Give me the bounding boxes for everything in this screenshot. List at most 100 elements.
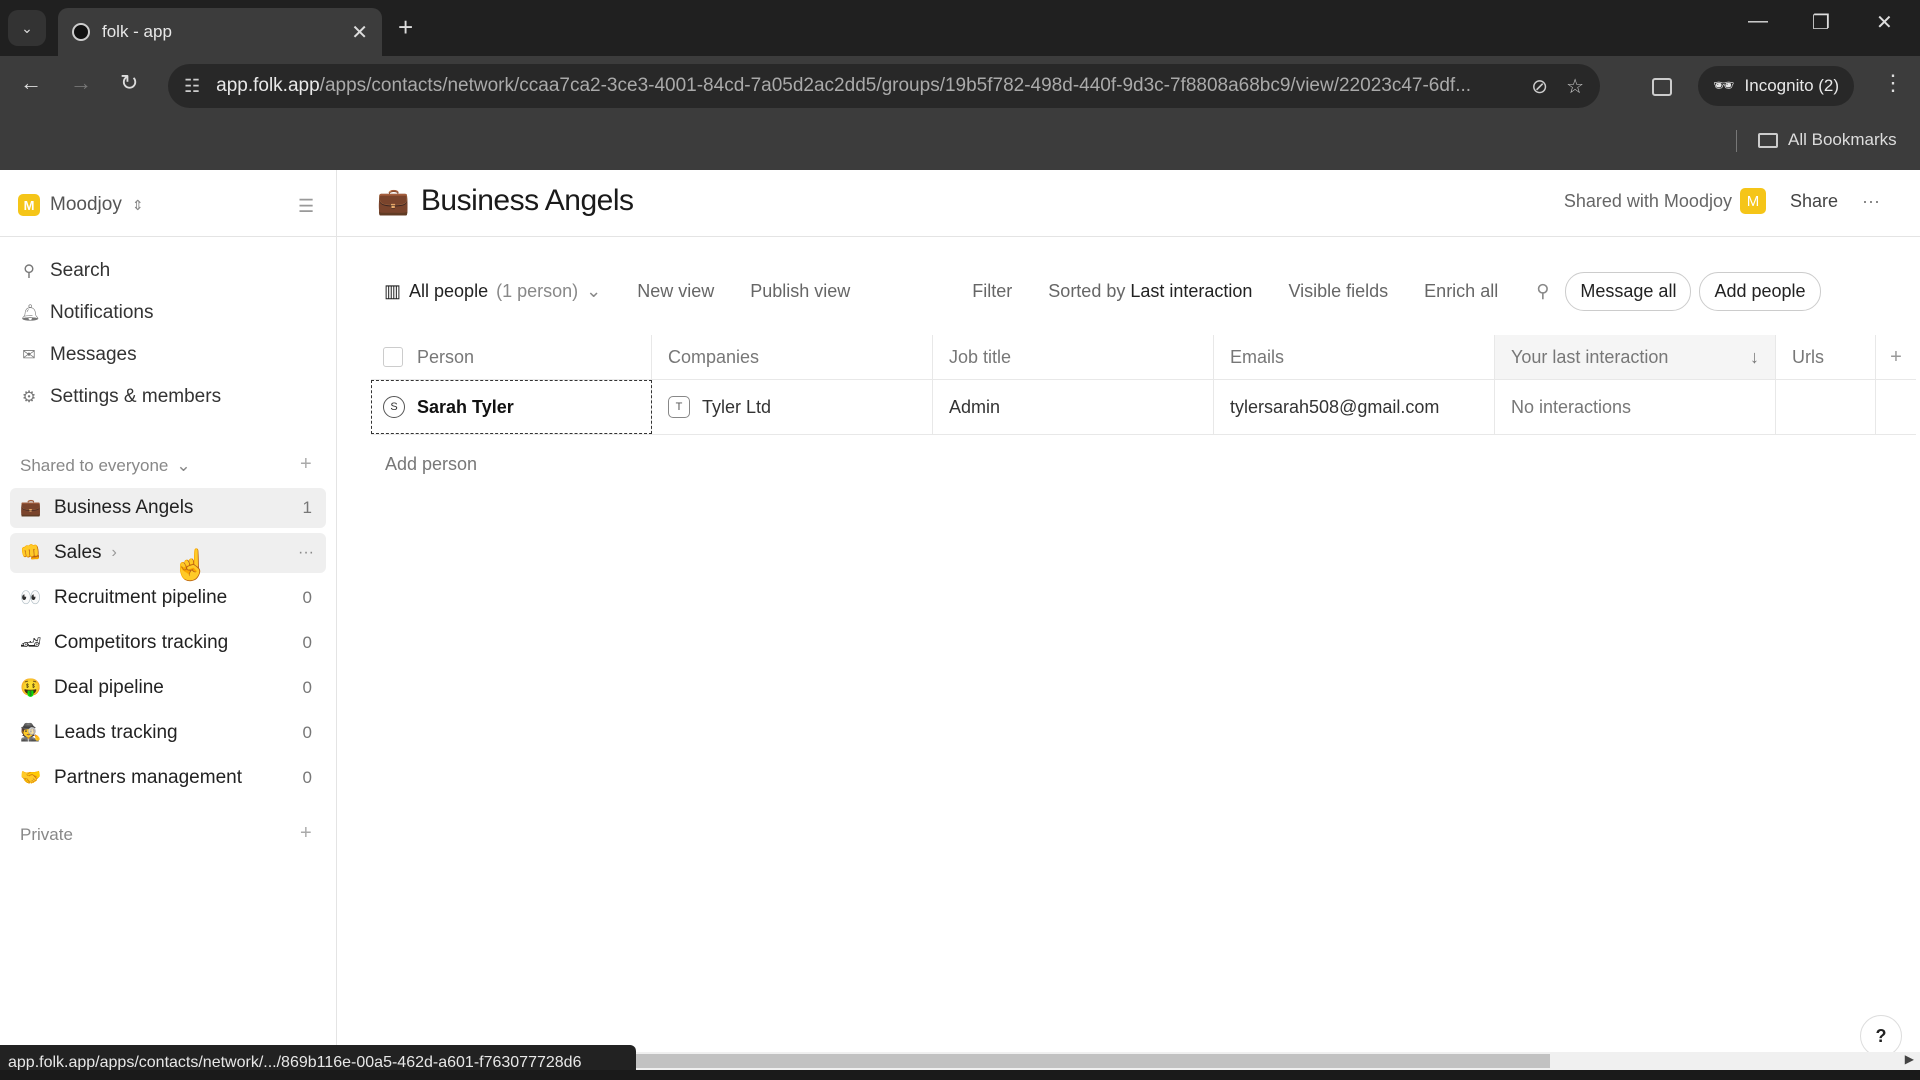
chevron-down-icon: ⌄ xyxy=(176,456,191,475)
add-private-group-button[interactable]: + xyxy=(300,822,312,845)
hand-cursor-icon: ☝ xyxy=(172,549,210,582)
section-title: Private xyxy=(20,825,73,844)
urls-cell[interactable] xyxy=(1776,380,1876,434)
help-button[interactable]: ? xyxy=(1860,1015,1902,1057)
table-row[interactable]: S Sarah Tyler T Tyler Ltd Admin tylersarah… xyxy=(371,379,1916,435)
fist-icon: 👊 xyxy=(20,543,42,562)
last-interaction-cell[interactable]: No interactions xyxy=(1495,380,1776,434)
table-header-row: Person Companies Job title Emails Your l… xyxy=(371,335,1916,379)
sort-prefix: Sorted by xyxy=(1048,280,1126,301)
add-people-button[interactable]: Add people xyxy=(1699,271,1821,311)
column-header-job-title[interactable]: Job title xyxy=(933,335,1214,379)
column-label: Companies xyxy=(668,346,760,367)
restore-icon[interactable]: ❐ xyxy=(1812,10,1830,35)
more-options-icon[interactable]: ··· xyxy=(298,544,314,562)
group-leads-tracking[interactable]: 🕵 Leads tracking 0 xyxy=(10,713,326,753)
visible-fields-button[interactable]: Visible fields xyxy=(1288,281,1388,302)
company-name[interactable]: Tyler Ltd xyxy=(702,397,771,418)
window-bottom-edge xyxy=(0,1070,1920,1080)
person-cell[interactable]: S Sarah Tyler xyxy=(371,380,652,434)
page-header: 💼 Business Angels Shared with Moodjoy M S… xyxy=(337,170,1920,237)
chevron-down-icon: ⌄ xyxy=(21,19,33,36)
view-count: (1 person) xyxy=(496,280,579,301)
filter-button[interactable]: Filter xyxy=(972,281,1012,302)
group-count: 0 xyxy=(302,588,312,607)
sidebar-item-messages[interactable]: ✉ Messages xyxy=(20,344,136,366)
browser-menu-icon[interactable]: ⋮ xyxy=(1882,70,1904,96)
add-column-button[interactable]: + xyxy=(1876,335,1916,379)
scroll-right-icon[interactable]: ▶ xyxy=(1905,1052,1914,1066)
eye-off-icon[interactable]: ⊘ xyxy=(1531,74,1548,99)
gear-icon: ⚙ xyxy=(21,389,37,406)
star-icon[interactable]: ☆ xyxy=(1566,74,1584,99)
new-tab-button[interactable]: + xyxy=(398,12,413,43)
handshake-icon: 🤝 xyxy=(20,768,42,787)
briefcase-icon: 💼 xyxy=(20,498,42,517)
column-header-urls[interactable]: Urls xyxy=(1776,335,1876,379)
back-icon[interactable]: ← xyxy=(20,70,42,96)
close-tab-icon[interactable]: ✕ xyxy=(351,20,368,45)
enrich-all-button[interactable]: Enrich all xyxy=(1424,281,1498,302)
job-title-value: Admin xyxy=(949,396,1001,417)
collapse-sidebar-icon[interactable]: ☰ xyxy=(298,196,314,217)
group-business-angels[interactable]: 💼 Business Angels 1 xyxy=(10,488,326,528)
message-all-button[interactable]: Message all xyxy=(1565,271,1692,311)
sidebar-divider xyxy=(0,236,336,237)
shared-section-header[interactable]: Shared to everyone ⌄ xyxy=(20,456,191,476)
avatar: M xyxy=(1739,188,1766,214)
private-section-header[interactable]: Private xyxy=(20,825,73,845)
sidebar-item-label: Settings & members xyxy=(50,386,222,407)
search-icon: ⚲ xyxy=(23,263,35,280)
tab-search-button[interactable]: ⌄ xyxy=(8,10,46,46)
publish-view-button[interactable]: Publish view xyxy=(750,281,850,302)
company-cell[interactable]: T Tyler Ltd xyxy=(652,380,933,434)
job-title-cell[interactable]: Admin xyxy=(933,380,1214,434)
reload-icon[interactable]: ↻ xyxy=(120,70,138,96)
group-competitors-tracking[interactable]: 🏎 Competitors tracking 0 xyxy=(10,623,326,663)
forward-icon[interactable]: → xyxy=(70,70,92,96)
group-label: Partners management xyxy=(54,767,242,788)
chevron-updown-icon: ⇕ xyxy=(131,196,144,213)
group-count: 0 xyxy=(302,633,312,652)
all-bookmarks-button[interactable]: All Bookmarks xyxy=(1758,130,1897,150)
group-deal-pipeline[interactable]: 🤑 Deal pipeline 0 xyxy=(10,668,326,708)
add-person-button[interactable]: Add person xyxy=(385,454,477,475)
sort-button[interactable]: Sorted by Last interaction xyxy=(1048,281,1252,302)
person-name[interactable]: Sarah Tyler xyxy=(417,397,514,418)
minimize-icon[interactable]: — xyxy=(1748,10,1768,33)
eyes-icon: 👀 xyxy=(20,588,42,607)
address-bar[interactable]: ☷ app.folk.app/apps/contacts/network/cca… xyxy=(168,64,1600,108)
browser-tab[interactable]: folk - app ✕ xyxy=(58,8,382,56)
column-header-last-interaction[interactable]: Your last interaction ↓ xyxy=(1495,335,1776,379)
share-button[interactable]: Share xyxy=(1790,191,1838,212)
workspace-switcher[interactable]: M Moodjoy ⇕ xyxy=(18,194,144,216)
add-shared-group-button[interactable]: + xyxy=(300,453,312,476)
incognito-icon: 🕶 xyxy=(1712,76,1735,95)
group-sales[interactable]: 👊 Sales › ··· xyxy=(10,533,326,573)
sort-field: Last interaction xyxy=(1130,280,1253,301)
page-title: 💼 Business Angels xyxy=(377,184,634,218)
shared-with-indicator[interactable]: Shared with Moodjoy M xyxy=(1564,188,1766,214)
incognito-button[interactable]: 🕶 Incognito (2) xyxy=(1698,66,1854,106)
column-header-emails[interactable]: Emails xyxy=(1214,335,1495,379)
group-recruitment-pipeline[interactable]: 👀 Recruitment pipeline 0 xyxy=(10,578,326,618)
sidebar-item-settings[interactable]: ⚙ Settings & members xyxy=(20,386,221,408)
incognito-label: Incognito (2) xyxy=(1744,76,1840,95)
folder-icon xyxy=(1758,132,1778,148)
column-header-companies[interactable]: Companies xyxy=(652,335,933,379)
group-partners-management[interactable]: 🤝 Partners management 0 xyxy=(10,758,326,798)
view-selector[interactable]: ▥ All people (1 person) ⌄ xyxy=(384,281,601,302)
email-cell[interactable]: tylersarah508@gmail.com xyxy=(1214,380,1495,434)
column-header-person[interactable]: Person xyxy=(371,335,652,379)
sidebar-item-search[interactable]: ⚲ Search xyxy=(20,260,110,282)
close-window-icon[interactable]: ✕ xyxy=(1876,10,1893,35)
search-icon[interactable]: ⚲ xyxy=(1536,281,1549,302)
sidebar-item-notifications[interactable]: 🔔︎ Notifications xyxy=(20,302,154,324)
new-view-button[interactable]: New view xyxy=(637,281,714,302)
select-all-checkbox[interactable] xyxy=(383,347,403,367)
side-panel-icon[interactable] xyxy=(1652,78,1672,96)
site-info-icon[interactable]: ☷ xyxy=(184,76,200,97)
group-label: Business Angels xyxy=(54,497,194,518)
sort-descending-icon: ↓ xyxy=(1750,346,1759,367)
more-options-icon[interactable]: ··· xyxy=(1862,191,1880,212)
